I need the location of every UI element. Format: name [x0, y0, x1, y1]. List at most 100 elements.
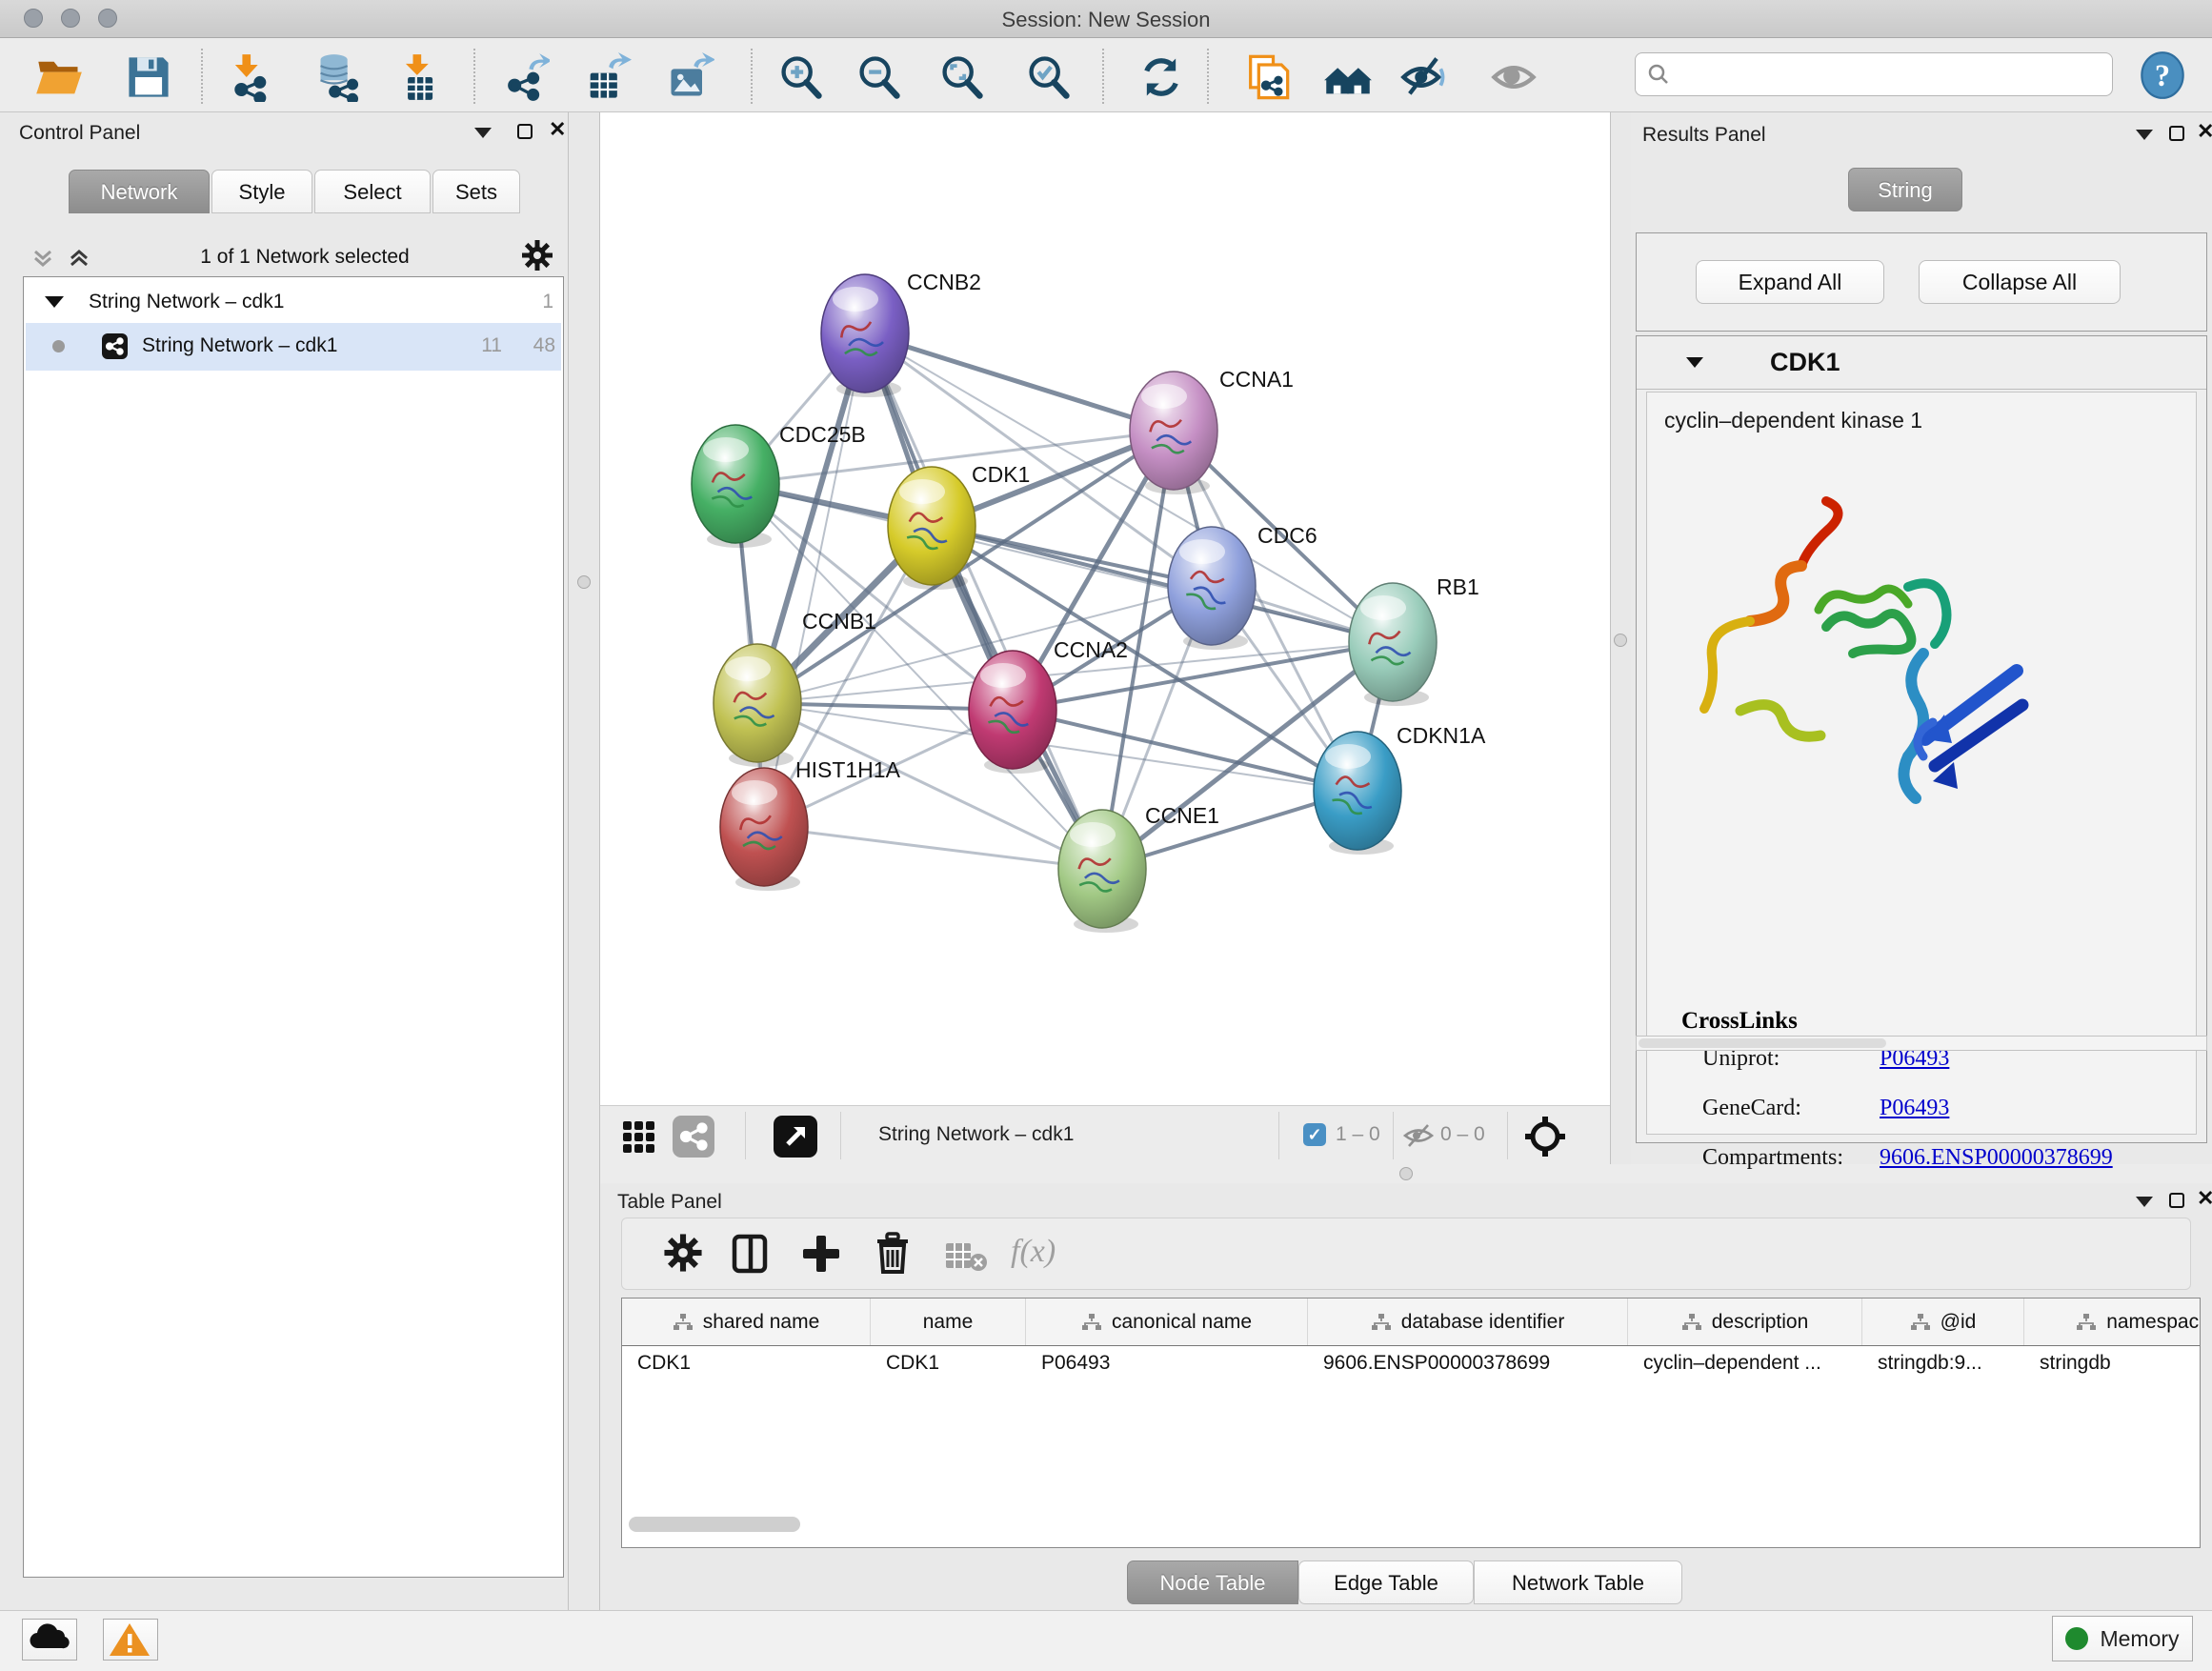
tab-node-table[interactable]: Node Table: [1127, 1560, 1298, 1604]
network-current-dot-icon: [52, 340, 65, 352]
eye-slash-icon: [1399, 52, 1449, 102]
tab-style[interactable]: Style: [211, 170, 312, 213]
clone-network-button[interactable]: [1242, 52, 1292, 102]
network-canvas[interactable]: CCNB2CCNA1CDC25BCDK1CDC6RB1CCNB1CCNA2CDK…: [600, 112, 1610, 1105]
delete-column-icon[interactable]: [872, 1232, 914, 1280]
node-HIST1H1A[interactable]: HIST1H1A: [720, 757, 901, 891]
node-CCNA1[interactable]: CCNA1: [1130, 367, 1294, 494]
table-options-gear-icon[interactable]: [662, 1232, 704, 1278]
show-all-button[interactable]: [1489, 52, 1538, 102]
selected-checkbox-icon[interactable]: ✓: [1303, 1123, 1326, 1146]
zoom-out-button[interactable]: [855, 52, 904, 102]
collapse-gene-icon[interactable]: [1686, 357, 1703, 368]
import-network-database-button[interactable]: [314, 52, 364, 102]
open-view-icon[interactable]: [774, 1116, 817, 1158]
column-header-namespace[interactable]: namespace: [2024, 1299, 2201, 1345]
panel-menu-icon[interactable]: [2136, 130, 2153, 140]
warnings-button[interactable]: [103, 1619, 158, 1661]
show-columns-icon[interactable]: [729, 1232, 773, 1280]
left-splitter[interactable]: [568, 112, 600, 1610]
collapse-all-tree-icon[interactable]: [29, 244, 57, 277]
right-splitter-handle[interactable]: [1614, 634, 1627, 647]
function-builder-icon[interactable]: f(x): [1011, 1234, 1056, 1270]
network-graph[interactable]: CCNB2CCNA1CDC25BCDK1CDC6RB1CCNB1CCNA2CDK…: [600, 112, 1610, 1105]
crosslink-compartments-link[interactable]: 9606.ENSP00000378699: [1880, 1145, 2113, 1171]
save-session-button[interactable]: [124, 52, 173, 102]
node-CCNE1[interactable]: CCNE1: [1058, 803, 1219, 933]
help-icon: ?: [2138, 50, 2187, 100]
panel-float-icon[interactable]: [517, 124, 533, 139]
shared-column-icon: [1371, 1313, 1392, 1332]
tab-string[interactable]: String: [1848, 168, 1962, 211]
memory-button[interactable]: Memory: [2052, 1616, 2193, 1661]
import-network-file-button[interactable]: [225, 52, 274, 102]
export-network-button[interactable]: [500, 52, 550, 102]
network-badge-icon[interactable]: [673, 1116, 714, 1158]
network-options-gear-icon[interactable]: [520, 238, 554, 277]
search-input[interactable]: [1679, 57, 2099, 91]
panel-menu-icon[interactable]: [474, 128, 492, 138]
column-header-name[interactable]: name: [871, 1299, 1026, 1345]
network-row-selected[interactable]: String Network – cdk1 11 48: [26, 323, 561, 371]
toolbar-separator: [1278, 1112, 1279, 1159]
edge-CCNA1-CCNB1[interactable]: [757, 431, 1174, 703]
edge-CCNB2-CCNE1[interactable]: [865, 333, 1102, 869]
table-row[interactable]: CDK1CDK1P064939606.ENSP00000378699cyclin…: [622, 1346, 2200, 1382]
home-button[interactable]: [1323, 52, 1373, 102]
node-CDKN1A[interactable]: CDKN1A: [1314, 723, 1486, 855]
import-table-button[interactable]: [394, 52, 444, 102]
cloud-status-button[interactable]: [22, 1619, 77, 1661]
node-count: 11: [464, 334, 502, 357]
node-CCNB2[interactable]: CCNB2: [821, 270, 981, 397]
edge-CCNB2-CCNA1[interactable]: [865, 333, 1174, 431]
edge-CCNA2-CDKN1A[interactable]: [1013, 710, 1357, 791]
hide-selected-button[interactable]: [1399, 52, 1449, 102]
network-collection-row[interactable]: String Network – cdk1 1: [24, 285, 563, 323]
panel-float-icon[interactable]: [2169, 1193, 2184, 1208]
column-header-description[interactable]: description: [1628, 1299, 1862, 1345]
help-button[interactable]: ?: [2138, 50, 2187, 100]
scrollbar-thumb[interactable]: [1639, 1038, 1886, 1048]
edge-CDK1-RB1[interactable]: [932, 526, 1393, 642]
tab-edge-table[interactable]: Edge Table: [1298, 1560, 1474, 1604]
zoom-fit-button[interactable]: [937, 52, 987, 102]
crosslink-genecard-link[interactable]: P06493: [1880, 1096, 1949, 1121]
grid-view-icon[interactable]: [621, 1117, 659, 1160]
expand-all-tree-icon[interactable]: [65, 244, 93, 277]
column-header-database-identifier[interactable]: database identifier: [1308, 1299, 1628, 1345]
birdseye-crosshair-icon[interactable]: [1522, 1114, 1568, 1164]
expand-all-button[interactable]: Expand All: [1696, 260, 1884, 304]
left-splitter-handle[interactable]: [577, 575, 591, 589]
table-horizontal-scrollbar[interactable]: [629, 1517, 800, 1532]
tree-expand-arrow-icon[interactable]: [45, 296, 64, 308]
panel-float-icon[interactable]: [2169, 126, 2184, 141]
export-table-button[interactable]: [582, 52, 632, 102]
tab-network[interactable]: Network: [69, 170, 210, 213]
panel-close-icon[interactable]: ✕: [549, 122, 566, 137]
tab-sets[interactable]: Sets: [432, 170, 520, 213]
column-header-canonical-name[interactable]: canonical name: [1026, 1299, 1308, 1345]
open-session-button[interactable]: [34, 52, 84, 102]
node-CCNB1[interactable]: CCNB1: [714, 609, 876, 767]
edge-HIST1H1A-CCNE1[interactable]: [764, 827, 1102, 869]
panel-close-icon[interactable]: ✕: [2197, 1191, 2212, 1206]
refresh-icon: [1136, 52, 1186, 102]
refresh-layout-button[interactable]: [1136, 52, 1186, 102]
gene-header-row[interactable]: CDK1: [1637, 336, 2206, 390]
node-RB1[interactable]: RB1: [1349, 574, 1479, 706]
zoom-selected-button[interactable]: [1024, 52, 1074, 102]
panel-close-icon[interactable]: ✕: [2197, 124, 2212, 139]
bottom-splitter-handle[interactable]: [1399, 1167, 1413, 1180]
delete-table-icon[interactable]: [944, 1239, 988, 1278]
collapse-all-button[interactable]: Collapse All: [1919, 260, 2121, 304]
tab-select[interactable]: Select: [314, 170, 431, 213]
add-column-icon[interactable]: [799, 1232, 843, 1280]
results-horizontal-scrollbar[interactable]: [1636, 1036, 2207, 1051]
node-CDK1[interactable]: CDK1: [888, 462, 1030, 590]
column-header--id[interactable]: @id: [1862, 1299, 2024, 1345]
export-image-button[interactable]: [665, 52, 714, 102]
zoom-in-button[interactable]: [776, 52, 826, 102]
tab-network-table[interactable]: Network Table: [1474, 1560, 1682, 1604]
panel-menu-icon[interactable]: [2136, 1197, 2153, 1207]
column-header-shared-name[interactable]: shared name: [622, 1299, 871, 1345]
